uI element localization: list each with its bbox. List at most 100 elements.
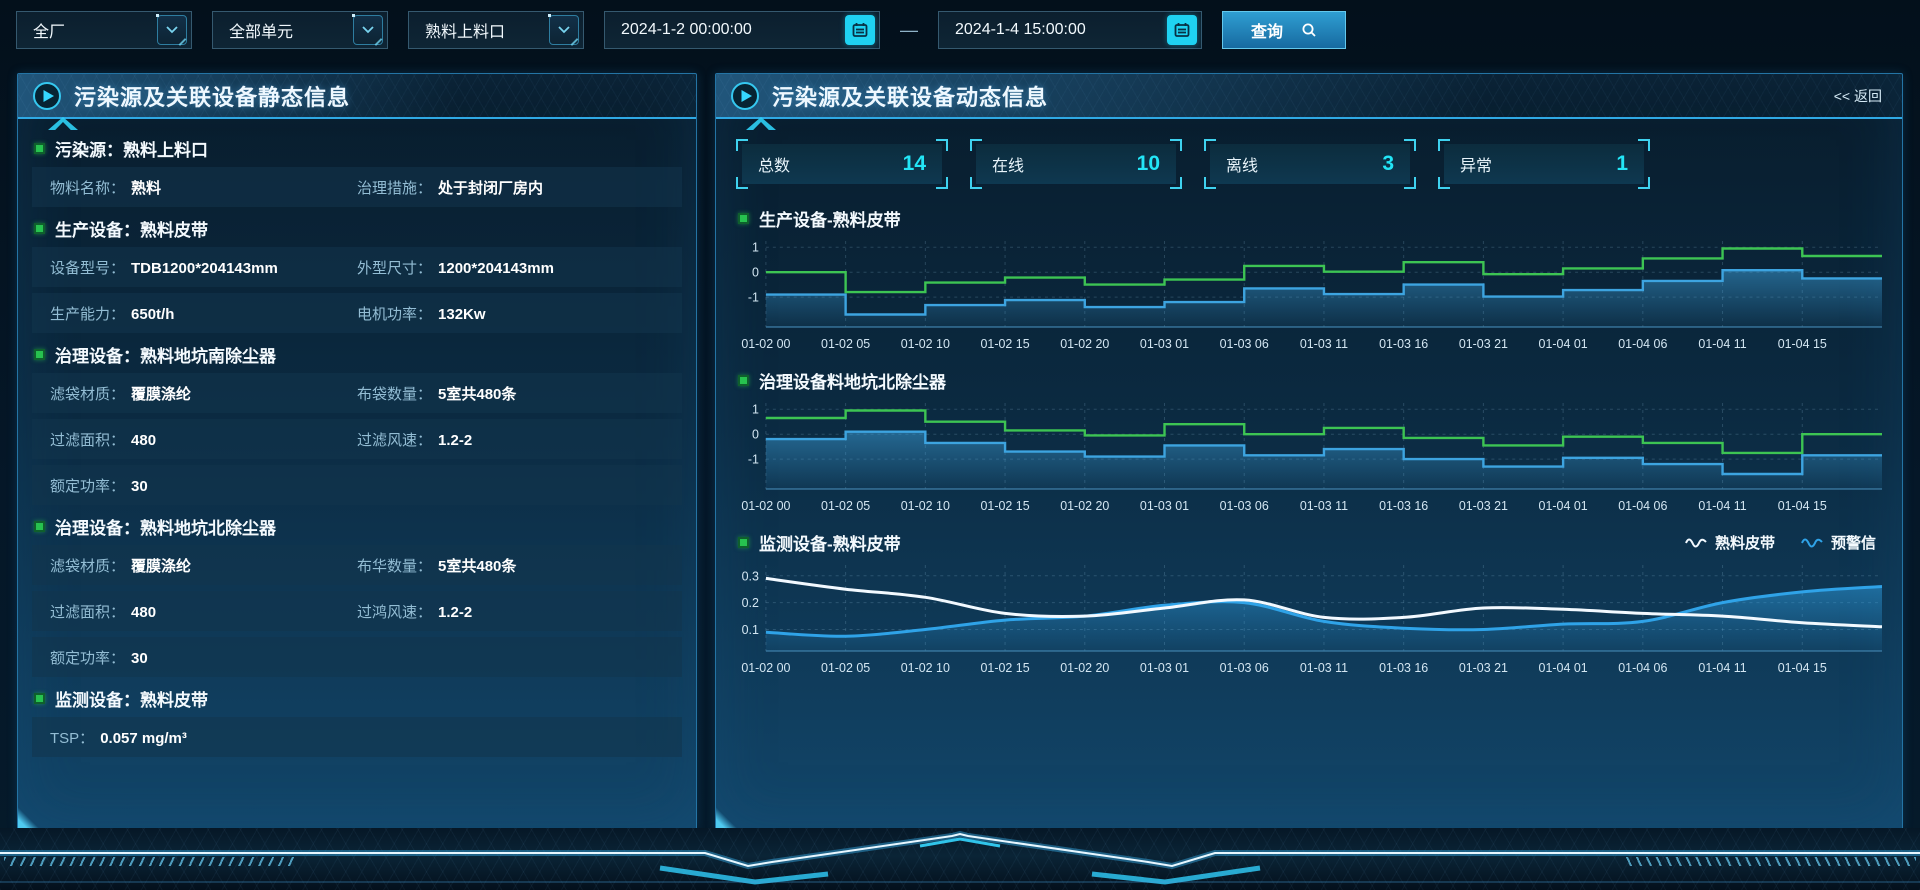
chart-title: 治理设备料地坑北除尘器 [759,368,946,393]
field: 滤袋材质： 覆膜涤纶 [50,383,357,404]
data-row: 额定功率： 30 [32,465,682,505]
plant-select[interactable]: 全厂 [16,11,192,49]
back-link[interactable]: << 返回 [1834,86,1888,106]
field: 过滤面积：480 [50,429,357,450]
calendar-icon[interactable] [1167,15,1197,45]
field: 额定功率： 30 [50,475,357,496]
svg-text:0: 0 [752,266,759,280]
stat-label: 异常 [1460,152,1492,176]
unit-select[interactable]: 全部单元 [212,11,388,49]
svg-text:01-03 16: 01-03 16 [1379,661,1428,675]
field-label: 额定功率： [50,475,125,496]
data-row: TSP：0.057 mg/m³ [32,717,682,757]
hatch-pattern [1626,857,1916,866]
chart-canvas[interactable]: 10-101-02 0001-02 0501-02 1001-02 1501-0… [736,235,1882,357]
svg-text:01-04 06: 01-04 06 [1618,661,1667,675]
main-content: 污染源及关联设备静态信息 污染源：熟料上料口物料名称：熟料治理措施：处于封闭厂房… [0,73,1920,830]
svg-text:01-04 15: 01-04 15 [1778,661,1827,675]
stat-label: 总数 [758,152,790,176]
field: 过滤风速：1.2-2 [357,429,664,450]
svg-text:01-02 20: 01-02 20 [1060,337,1109,351]
svg-text:01-03 21: 01-03 21 [1459,499,1508,513]
stat-label: 离线 [1226,152,1258,176]
svg-text:01-03 11: 01-03 11 [1300,337,1348,351]
calendar-icon[interactable] [845,15,875,45]
svg-text:1: 1 [752,403,759,417]
query-button[interactable]: 查询 [1222,11,1346,49]
legend-item[interactable]: 熟料皮带 [1685,532,1775,553]
chevron-down-icon [549,15,579,45]
svg-text:01-03 01: 01-03 01 [1140,499,1189,513]
end-datetime-value: 2024-1-4 15:00:00 [955,21,1086,39]
top-filter-bar: 全厂 全部单元 熟料上料口 2024-1-2 00:00:00 — 2024-1… [0,0,1920,50]
legend-item[interactable]: 预警信 [1801,532,1876,553]
field: 外型尺寸：1200*204143mm [357,257,664,278]
svg-text:01-02 00: 01-02 00 [741,499,790,513]
data-row: 生产能力：650t/h电机功率：132Kw [32,293,682,333]
stat-card: 在线10 [970,139,1182,189]
data-row: 过滤面积：480过滤风速：1.2-2 [32,419,682,459]
static-info-panel: 污染源及关联设备静态信息 污染源：熟料上料口物料名称：熟料治理措施：处于封闭厂房… [17,73,697,830]
green-square-icon [34,223,45,234]
svg-text:01-04 06: 01-04 06 [1618,337,1667,351]
wave-line-icon [1801,536,1823,548]
svg-text:01-04 11: 01-04 11 [1698,337,1746,351]
svg-text:01-03 06: 01-03 06 [1220,499,1269,513]
field: 过鸿风速： 1.2-2 [357,601,664,622]
svg-text:01-02 15: 01-02 15 [980,661,1029,675]
data-row: 额定功率：30 [32,637,682,677]
source-select-value: 熟料上料口 [425,18,505,42]
field-label: 电机功率： [357,303,432,324]
field-label: TSP： [50,727,94,748]
data-row: 滤袋材质：覆膜涤纶布袋数量：5室共480条 [32,373,682,413]
start-datetime-input[interactable]: 2024-1-2 00:00:00 [604,11,880,49]
svg-text:01-04 15: 01-04 15 [1778,499,1827,513]
svg-text:01-02 10: 01-02 10 [901,661,950,675]
chart-title: 监测设备-熟料皮带 [759,530,901,555]
plant-select-value: 全厂 [33,18,65,42]
chart-header: 监测设备-熟料皮带 熟料皮带 预警信 [738,527,1880,557]
field-label: 外型尺寸： [357,257,432,278]
section-heading: 治理设备：熟料地坑南除尘器 [34,342,680,366]
svg-text:01-02 15: 01-02 15 [980,499,1029,513]
field: 生产能力：650t/h [50,303,357,324]
chart-title: 生产设备-熟料皮带 [759,206,901,231]
svg-text:01-02 10: 01-02 10 [901,337,950,351]
field-value: 480 [131,432,156,449]
end-datetime-input[interactable]: 2024-1-4 15:00:00 [938,11,1202,49]
field-value: 1.2-2 [438,432,472,449]
field: 设备型号：TDB1200*204143mm [50,257,357,278]
dynamic-info-panel: 污染源及关联设备动态信息 << 返回 总数14在线10离线3异常1 生产设备-熟… [715,73,1903,830]
section-heading: 污染源：熟料上料口 [34,136,680,160]
field-label: 滤袋材质： [50,555,125,576]
svg-text:01-02 20: 01-02 20 [1060,499,1109,513]
svg-text:01-03 11: 01-03 11 [1300,499,1348,513]
data-row: 过滤面积：480过鸿风速：1.2-2 [32,591,682,631]
field: 电机功率：132Kw [357,303,664,324]
field: 布华数量：5室共480条 [357,555,664,576]
field-value: 30 [131,478,148,495]
field-value: 1.2-2 [438,604,472,621]
stat-label: 在线 [992,152,1024,176]
legend-label: 预警信 [1831,532,1876,553]
field: 额定功率：30 [50,647,357,668]
field-label: 额定功率： [50,647,125,668]
field-value: 覆膜涤纶 [131,383,191,404]
chart-canvas[interactable]: 0.30.20.101-02 0001-02 0501-02 1001-02 1… [736,559,1882,681]
green-square-icon [34,349,45,360]
chart-canvas[interactable]: 10-101-02 0001-02 0501-02 1001-02 1501-0… [736,397,1882,519]
svg-text:01-02 20: 01-02 20 [1060,661,1109,675]
dynamic-info-body: 总数14在线10离线3异常1 生产设备-熟料皮带10-101-02 0001-0… [716,119,1902,681]
svg-text:0.1: 0.1 [742,623,759,637]
source-select[interactable]: 熟料上料口 [408,11,584,49]
data-row: 滤袋材质：覆膜涤纶布华数量：5室共480条 [32,545,682,585]
svg-text:01-02 00: 01-02 00 [741,661,790,675]
section-heading-text: 治理设备：熟料地坑北除尘器 [55,514,276,539]
field-label: 物料名称： [50,177,125,198]
svg-text:01-03 01: 01-03 01 [1140,661,1189,675]
device-stats-row: 总数14在线10离线3异常1 [736,139,1882,189]
chevron-down-icon [353,15,383,45]
stat-value: 3 [1382,152,1394,176]
field-label: 滤袋材质： [50,383,125,404]
field-label: 过鸿风速： [357,601,432,622]
